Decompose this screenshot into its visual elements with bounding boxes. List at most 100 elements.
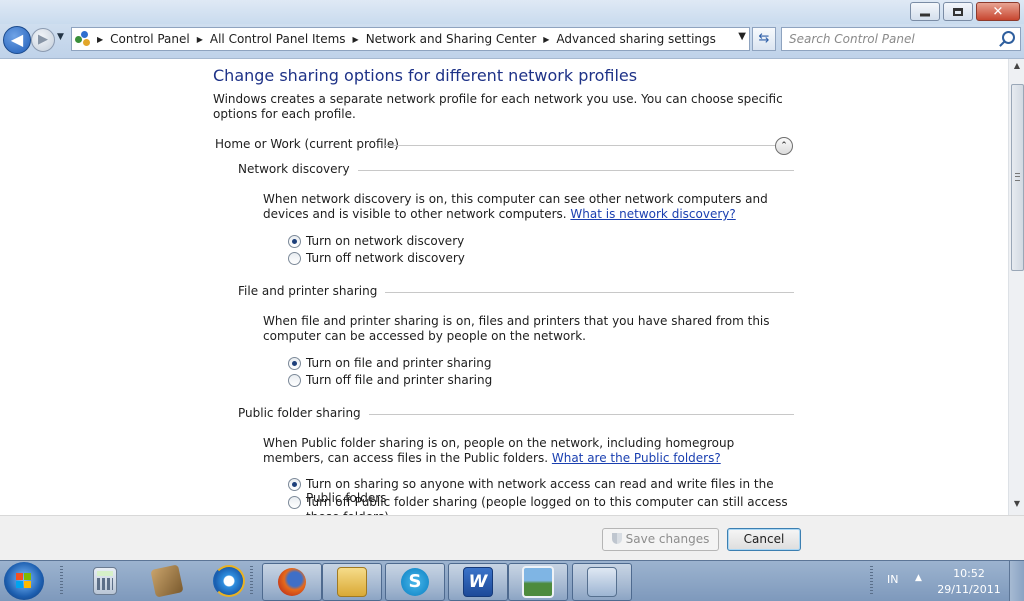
taskbar-windows-explorer[interactable] [322,563,382,601]
breadcrumb-all-items[interactable]: All Control Panel Items [210,32,346,46]
restore-icon [953,7,963,16]
radio-network-discovery-off[interactable]: Turn off network discovery [288,251,465,265]
minimize-button[interactable] [910,2,940,21]
show-hidden-icons-icon[interactable]: ▲ [915,573,922,583]
taskbar-address-book[interactable] [138,563,196,599]
intro-text: Windows creates a separate network profi… [213,92,783,121]
forward-arrow-icon: ▶ [38,32,48,47]
radio-network-discovery-on[interactable]: Turn on network discovery [288,234,464,248]
radio-file-sharing-off[interactable]: Turn off file and printer sharing [288,373,492,387]
picture-viewer-icon [522,566,554,598]
scrollbar-thumb[interactable] [1011,84,1024,271]
breadcrumb-control-panel[interactable]: Control Panel [110,32,190,46]
section-public-folder-sharing: Public folder sharing [238,406,794,422]
section-network-discovery: Network discovery [238,162,794,178]
scroll-up-icon[interactable]: ▲ [1011,61,1023,75]
window-controls: ✕ [907,2,1020,21]
breadcrumb-network-sharing-center[interactable]: Network and Sharing Center [366,32,537,46]
profile-label: Home or Work (current profile) [215,137,405,151]
radio-label: Turn off network discovery [306,251,465,265]
breadcrumb-separator-icon: ▶ [543,34,550,44]
description-text: When file and printer sharing is on, fil… [263,314,770,343]
close-icon: ✕ [992,4,1004,19]
radio-button[interactable] [288,478,301,491]
taskbar-grip[interactable] [250,566,253,596]
internet-explorer-icon [213,565,245,597]
address-dropdown-icon[interactable]: ▼ [738,31,746,42]
divider [353,414,794,415]
content-area: Change sharing options for different net… [0,59,1008,515]
public-folders-help-link[interactable]: What are the Public folders? [552,451,721,465]
control-panel-icon [587,567,617,597]
network-discovery-help-link[interactable]: What is network discovery? [570,207,735,221]
firefox-icon [278,568,306,596]
breadcrumb-separator-icon: ▶ [352,34,359,44]
control-panel-icon [75,31,91,47]
divider [385,145,777,146]
radio-button[interactable] [288,496,301,509]
radio-button[interactable] [288,374,301,387]
forward-button[interactable]: ▶ [31,28,55,52]
close-button[interactable]: ✕ [976,2,1020,21]
taskbar-grip[interactable] [60,566,63,596]
navigation-bar: ◀ ▶ ▼ ▶ Control Panel ▶ All Control Pane… [0,24,1024,59]
chevron-down-icon: ▼ [57,32,64,42]
section-description: When Public folder sharing is on, people… [263,436,793,466]
taskbar-grip[interactable] [870,566,873,596]
radio-file-sharing-on[interactable]: Turn on file and printer sharing [288,356,492,370]
section-heading: File and printer sharing [238,284,386,298]
taskbar-skype[interactable]: S [385,563,445,601]
radio-button[interactable] [288,252,301,265]
search-box[interactable] [781,27,1021,51]
divider [363,292,794,293]
section-heading: Public folder sharing [238,406,369,420]
collapse-button[interactable]: ⌃ [775,137,793,155]
radio-public-sharing-off[interactable]: Turn off Public folder sharing (people l… [288,495,788,515]
address-bar[interactable]: ▶ Control Panel ▶ All Control Panel Item… [71,27,750,51]
recent-pages-button[interactable]: ▼ [57,32,64,42]
clock[interactable]: 10:52 29/11/2011 [936,566,1002,598]
word-icon: W [463,567,493,597]
clock-date: 29/11/2011 [937,583,1001,596]
radio-button[interactable] [288,357,301,370]
section-description: When network discovery is on, this compu… [263,192,793,222]
radio-label: Turn off file and printer sharing [306,373,493,387]
radio-label: Turn on network discovery [306,234,465,248]
start-button[interactable] [4,562,44,600]
breadcrumb-advanced-sharing[interactable]: Advanced sharing settings [556,32,715,46]
back-button[interactable]: ◀ [3,26,31,54]
taskbar-firefox[interactable] [262,563,322,601]
grip-icon [1015,173,1020,181]
windows-logo-icon [16,573,32,589]
restore-button[interactable] [943,2,973,21]
taskbar-calculator[interactable] [76,563,134,599]
radio-label: Turn off Public folder sharing (people l… [306,495,788,515]
refresh-button[interactable]: ⇆ [752,27,776,51]
show-desktop-button[interactable] [1009,561,1024,601]
vertical-scrollbar[interactable]: ▲ ▼ [1008,59,1024,515]
breadcrumb-separator-icon: ▶ [97,34,104,44]
section-file-printer-sharing: File and printer sharing [238,284,794,300]
radio-button[interactable] [288,235,301,248]
scroll-down-icon[interactable]: ▼ [1011,499,1023,513]
breadcrumb-separator-icon: ▶ [196,34,203,44]
taskbar-picture-viewer[interactable] [508,563,568,601]
save-changes-button[interactable]: Save changes [602,528,719,551]
cancel-button[interactable]: Cancel [727,528,801,551]
address-book-icon [150,564,184,598]
taskbar-word[interactable]: W [448,563,508,601]
skype-icon: S [401,568,429,596]
profile-header: Home or Work (current profile) ⌃ [215,137,805,155]
section-description: When file and printer sharing is on, fil… [263,314,793,344]
taskbar-control-panel[interactable] [572,563,632,601]
taskbar: S W IN ▲ 10:52 29/11/2011 [0,560,1024,601]
radio-label: Turn on file and printer sharing [306,356,492,370]
page-title: Change sharing options for different net… [213,66,638,85]
clock-time: 10:52 [953,567,985,580]
button-bar: Save changes Cancel [0,515,1024,561]
search-icon[interactable] [1002,31,1015,44]
calculator-icon [93,567,117,595]
language-indicator[interactable]: IN [887,573,898,586]
back-arrow-icon: ◀ [10,30,24,49]
search-input[interactable] [782,28,996,50]
